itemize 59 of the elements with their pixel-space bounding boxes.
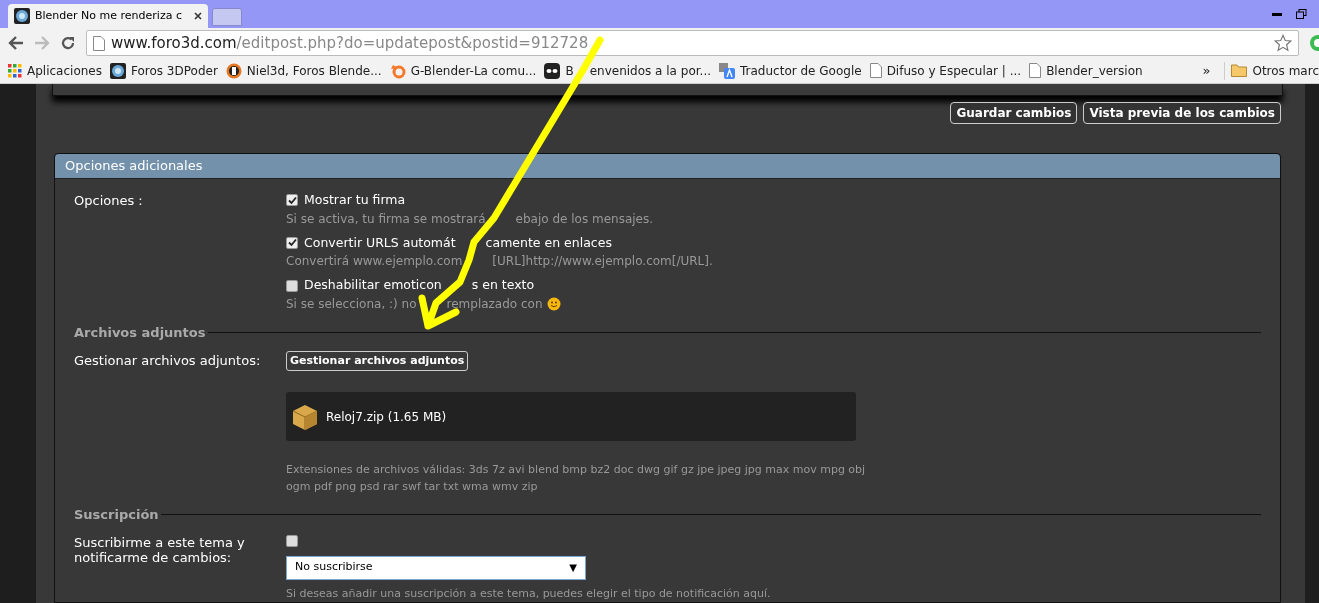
option-hint: Si se selecciona, :) no (286, 296, 417, 313)
option-hint: ebajo de los mensajes. (515, 210, 654, 228)
address-field[interactable]: www.foro3d.com/editpost.php?do=updatepost&postid=912728 (86, 30, 1299, 56)
checkmark-icon (287, 238, 297, 248)
option-label: Deshabilitar emoticon (304, 276, 442, 295)
globe-icon (109, 62, 126, 79)
field-label: Suscribirme a este tema y notificarme de cambios: (74, 534, 246, 567)
checkbox[interactable] (286, 279, 298, 292)
checkbox[interactable] (286, 236, 298, 249)
option-label: s en texto (471, 276, 535, 295)
translate-icon (719, 62, 735, 79)
checkmark-icon (287, 195, 297, 205)
option-label: camente en enlaces (485, 233, 612, 252)
field-label: Opciones : (74, 191, 144, 210)
bookmark-item[interactable]: B envenidos a la por... (544, 61, 711, 80)
ring-logo-icon (389, 62, 406, 79)
other-bookmarks[interactable]: Otros marc (1224, 61, 1319, 80)
bookmark-item[interactable]: Difuso y Especular | ... (869, 61, 1022, 80)
form-button[interactable]: Vista previa de los cambios (1083, 102, 1281, 125)
star-icon[interactable] (1274, 34, 1292, 52)
bookmark-item[interactable]: Blender_version (1029, 61, 1143, 80)
bookmark-item[interactable]: G-Blender-La comu... (389, 61, 537, 80)
section-heading: Archivos adjuntos (74, 324, 207, 342)
restore-icon[interactable] (1296, 9, 1307, 19)
option-hint: [URL]http://www.ejemplo.com[/URL]. (492, 253, 713, 271)
page-icon (93, 35, 105, 51)
smiley-icon (546, 297, 561, 311)
notification-select[interactable]: No suscribirse ▼ (286, 555, 586, 580)
extensions-note: Extensiones de archivos válidas: 3ds 7z avi blend bmp bz2 doc dwg gif gz jpe jpeg jpg max mov mpg obj ogm pdf png psd rar swf tar txt wma wmv zip (286, 462, 867, 495)
apps-grid-icon (8, 63, 22, 78)
bookmark-item[interactable]: Aplicaciones (8, 61, 102, 80)
browser-tab[interactable]: Blender No me renderiza c (8, 4, 208, 28)
field-label: Gestionar archivos adjuntos: (74, 351, 262, 370)
attachment-link[interactable]: Reloj7.zip (1.65 MB) (326, 407, 447, 426)
globe-icon (14, 8, 30, 24)
manage-attachments-button[interactable]: Gestionar archivos adjuntos (286, 350, 469, 371)
reload-icon[interactable] (60, 35, 76, 51)
option-hint: remplazado con (446, 296, 543, 313)
panel-title: Opciones adicionales (55, 154, 1280, 179)
section-heading: Suscripción (74, 506, 160, 524)
close-icon[interactable] (194, 12, 202, 20)
option-hint: Si se activa, tu firma se mostrará (286, 210, 486, 228)
option-hint: Convertirá www.ejemplo.com (286, 253, 463, 271)
bookmarks-overflow[interactable]: » (1202, 60, 1211, 81)
checkbox[interactable] (286, 194, 298, 207)
bookmark-item[interactable]: Niel3d, Foros Blende... (225, 61, 382, 80)
form-button[interactable]: Guardar cambios (950, 102, 1078, 125)
page-icon (1029, 63, 1042, 78)
back-icon[interactable] (8, 36, 24, 50)
option-label: Mostrar tu firma (304, 190, 406, 209)
bookmark-item[interactable]: Foros 3DPoder (109, 61, 218, 80)
page-icon (869, 63, 882, 78)
folder-icon (1231, 64, 1248, 77)
checkbox[interactable] (286, 534, 298, 547)
option-label: Convertir URLS automát (304, 233, 456, 252)
bookmark-item[interactable]: Traductor de Google (719, 61, 862, 80)
mask-icon (544, 62, 561, 79)
round-logo-icon (225, 62, 242, 79)
subscription-hint: Si deseas añadir una suscripción a este tema, puedes elegir el tipo de notificación aquí. (286, 585, 771, 602)
